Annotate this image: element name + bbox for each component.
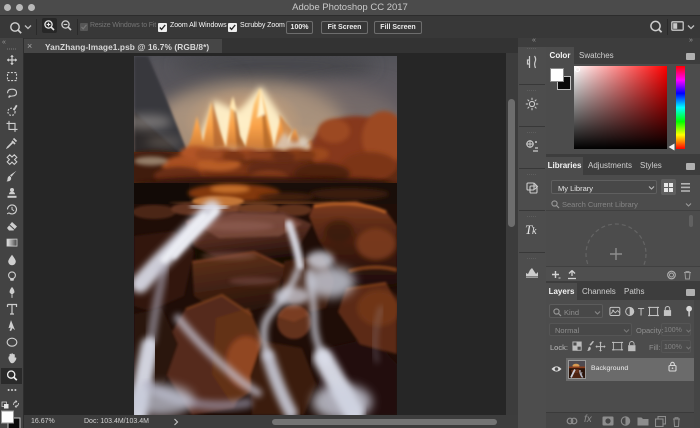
svg-text:T: T [638,307,645,319]
svg-text:k: k [532,226,537,237]
